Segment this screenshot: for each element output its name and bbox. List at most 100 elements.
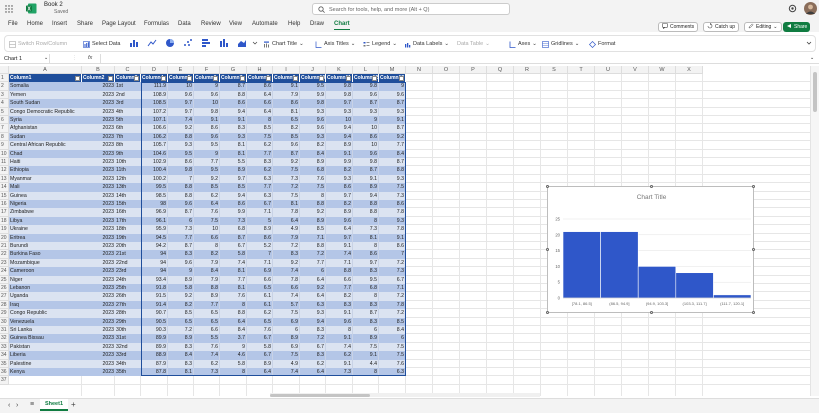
- table-cell[interactable]: 9.8: [353, 82, 379, 91]
- stacked-chart-icon[interactable]: [219, 38, 229, 50]
- table-cell[interactable]: 7.2: [379, 258, 406, 268]
- table-cell[interactable]: Palestine: [9, 359, 82, 368]
- table-cell[interactable]: 9.7: [220, 174, 247, 184]
- table-cell[interactable]: 9: [194, 149, 220, 158]
- table-cell[interactable]: 8.8: [220, 90, 247, 100]
- table-cell[interactable]: 9.1: [220, 116, 247, 125]
- resize-handle-top-left[interactable]: [546, 185, 549, 188]
- table-cell[interactable]: 9.2: [379, 132, 406, 142]
- table-cell[interactable]: 2nd: [115, 90, 141, 100]
- table-cell[interactable]: 8.3: [168, 359, 194, 368]
- table-cell[interactable]: 8.6: [353, 250, 379, 259]
- table-cell[interactable]: 7.5: [379, 342, 406, 352]
- vertical-scrollbar-thumb[interactable]: [813, 72, 817, 112]
- table-cell[interactable]: 8.7: [273, 149, 300, 158]
- histogram-bar[interactable]: [600, 231, 639, 299]
- resize-handle-left[interactable]: [546, 248, 549, 251]
- table-header-cell[interactable]: Column2: [82, 74, 115, 83]
- column-header-k[interactable]: K: [326, 66, 353, 74]
- table-cell[interactable]: 7.2: [379, 309, 406, 318]
- row-header[interactable]: 25: [0, 275, 9, 284]
- table-cell[interactable]: 7.4: [168, 116, 194, 125]
- horizontal-scrollbar-thumb[interactable]: [270, 393, 370, 397]
- table-cell[interactable]: 9.3: [300, 107, 326, 116]
- table-cell[interactable]: 7.6: [247, 326, 273, 335]
- column-header-j[interactable]: J: [300, 66, 326, 74]
- table-cell[interactable]: 6.4: [247, 368, 273, 377]
- row-header[interactable]: 36: [0, 368, 9, 377]
- table-cell[interactable]: 8.6: [379, 242, 406, 251]
- row-header[interactable]: 3: [0, 90, 9, 100]
- table-cell[interactable]: 9: [379, 82, 406, 91]
- table-cell[interactable]: 6.5: [194, 317, 220, 326]
- table-cell[interactable]: 34th: [115, 359, 141, 368]
- table-cell[interactable]: 2023: [82, 267, 115, 276]
- table-cell[interactable]: 8: [194, 242, 220, 251]
- table-cell[interactable]: 7.5: [273, 166, 300, 175]
- table-cell[interactable]: 8.1: [353, 233, 379, 242]
- row-header[interactable]: 17: [0, 208, 9, 217]
- table-cell[interactable]: 6.3: [247, 191, 273, 200]
- row-header[interactable]: 13: [0, 174, 9, 184]
- table-cell[interactable]: 2023: [82, 90, 115, 100]
- table-cell[interactable]: 8.5: [379, 317, 406, 326]
- table-cell[interactable]: 9.3: [326, 107, 353, 116]
- table-cell[interactable]: 108.5: [141, 99, 168, 108]
- table-cell[interactable]: 6.7: [220, 242, 247, 251]
- table-cell[interactable]: 8.6: [247, 233, 273, 242]
- table-cell[interactable]: 31st: [115, 334, 141, 343]
- line-chart-icon[interactable]: [147, 38, 157, 50]
- table-cell[interactable]: 8.2: [326, 292, 353, 301]
- table-cell[interactable]: 8.3: [353, 300, 379, 310]
- table-cell[interactable]: 35th: [115, 368, 141, 377]
- gridlines-button[interactable]: Gridlines ⌄: [542, 39, 579, 49]
- table-cell[interactable]: 6.8: [220, 225, 247, 234]
- table-cell[interactable]: 7.4: [273, 292, 300, 301]
- table-cell[interactable]: Nigeria: [9, 200, 82, 209]
- table-cell[interactable]: 98: [141, 200, 168, 209]
- table-cell[interactable]: 1st: [115, 82, 141, 91]
- table-cell[interactable]: 5.8: [247, 342, 273, 352]
- table-cell[interactable]: 7.3: [353, 225, 379, 234]
- table-cell[interactable]: 2023: [82, 326, 115, 335]
- table-cell[interactable]: 8.5: [194, 183, 220, 192]
- table-cell[interactable]: Sri Lanka: [9, 326, 82, 335]
- table-cell[interactable]: 10: [326, 116, 353, 125]
- table-cell[interactable]: 8.7: [379, 158, 406, 167]
- table-cell[interactable]: 7.1: [247, 208, 273, 217]
- table-cell[interactable]: 8: [220, 368, 247, 377]
- row-header[interactable]: 15: [0, 191, 9, 200]
- table-cell[interactable]: 87.8: [141, 368, 168, 377]
- row-header[interactable]: 33: [0, 342, 9, 352]
- column-header-l[interactable]: L: [353, 66, 379, 74]
- table-cell[interactable]: 8.9: [300, 216, 326, 226]
- table-cell[interactable]: 8.6: [194, 124, 220, 133]
- table-cell[interactable]: 9.1: [353, 351, 379, 360]
- table-cell[interactable]: 7.9: [273, 90, 300, 100]
- table-cell[interactable]: 2023: [82, 174, 115, 184]
- table-cell[interactable]: 9.6: [194, 132, 220, 142]
- column-header-c[interactable]: C: [115, 66, 141, 74]
- column-chart-icon[interactable]: [129, 38, 139, 50]
- table-cell[interactable]: 2023: [82, 233, 115, 242]
- table-cell[interactable]: 5: [247, 216, 273, 226]
- table-cell[interactable]: 8.7: [220, 82, 247, 91]
- menu-draw[interactable]: Draw: [310, 21, 324, 27]
- table-cell[interactable]: 7.5: [353, 342, 379, 352]
- table-cell[interactable]: 4.9: [273, 225, 300, 234]
- table-cell[interactable]: 2023: [82, 141, 115, 150]
- table-cell[interactable]: 6.9: [273, 317, 300, 326]
- histogram-bar[interactable]: [675, 272, 714, 299]
- row-header[interactable]: 20: [0, 233, 9, 242]
- table-cell[interactable]: 91.8: [141, 284, 168, 293]
- format-button[interactable]: Format: [589, 39, 615, 49]
- table-cell[interactable]: 8.1: [220, 141, 247, 150]
- table-cell[interactable]: 5.5: [220, 158, 247, 167]
- table-cell[interactable]: 9.6: [168, 258, 194, 268]
- table-cell[interactable]: Cameroon: [9, 267, 82, 276]
- column-header-n[interactable]: N: [406, 66, 433, 74]
- row-header[interactable]: 27: [0, 292, 9, 301]
- table-cell[interactable]: 9.1: [379, 233, 406, 242]
- table-cell[interactable]: 5.2: [247, 242, 273, 251]
- settings-gear-icon[interactable]: [788, 4, 797, 15]
